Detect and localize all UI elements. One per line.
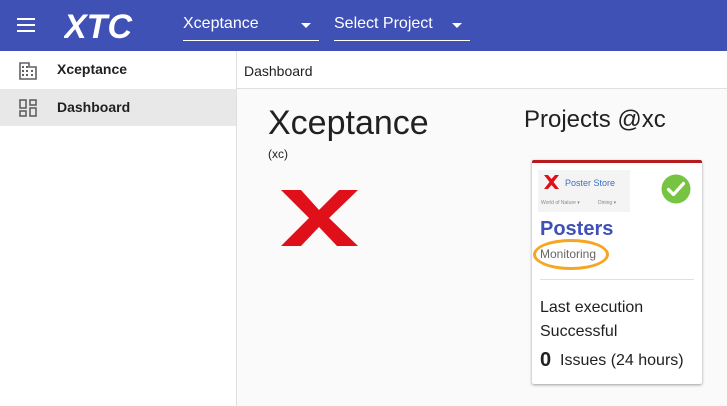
dropdown-arrow-icon <box>452 23 462 28</box>
project-card[interactable]: Poster Store World of Nature ▾ Dining ▾ … <box>532 160 702 384</box>
issues-count: 0 <box>540 349 552 371</box>
sidebar-item-label: Dashboard <box>57 99 131 115</box>
building-icon <box>19 62 37 80</box>
thumbnail-brand-text: Poster Store <box>565 178 616 188</box>
organization-select-value: Xceptance <box>183 15 259 32</box>
projects-heading: Projects @xc <box>524 106 666 133</box>
sidebar-item-organization[interactable]: Xceptance <box>0 51 236 88</box>
dropdown-arrow-icon <box>301 23 311 28</box>
issues-label: Issues (24 hours) <box>560 352 684 369</box>
check-circle-icon <box>661 174 691 204</box>
thumbnail-nav-text: Dining ▾ <box>598 200 617 206</box>
last-execution-label: Last execution <box>540 299 644 316</box>
organization-short-name: (xc) <box>268 147 288 161</box>
last-execution-result: Successful <box>540 323 618 340</box>
top-app-bar: XTC Xceptance Select Project <box>0 0 727 51</box>
card-divider <box>540 279 694 280</box>
dashboard-icon <box>19 99 37 117</box>
project-type-label: Monitoring <box>540 247 597 261</box>
poster-store-logo-icon <box>544 175 559 189</box>
project-select[interactable]: Select Project <box>334 10 470 41</box>
project-name-link[interactable]: Posters <box>540 218 613 241</box>
xtc-logo[interactable]: XTC <box>64 8 154 42</box>
thumbnail-nav-text: World of Nature ▾ <box>541 200 580 206</box>
svg-text:XTC: XTC <box>64 8 132 42</box>
organization-logo <box>281 190 358 246</box>
sidebar-item-label: Xceptance <box>57 61 128 77</box>
organization-title: Xceptance <box>268 104 429 142</box>
organization-select[interactable]: Xceptance <box>183 10 319 41</box>
sidebar: Xceptance Dashboard <box>0 51 237 406</box>
project-select-value: Select Project <box>334 15 433 32</box>
breadcrumb-current: Dashboard <box>244 63 313 79</box>
sidebar-item-dashboard[interactable]: Dashboard <box>0 89 236 126</box>
hamburger-menu-icon[interactable] <box>17 15 39 35</box>
breadcrumb: Dashboard <box>237 51 727 89</box>
project-thumbnail[interactable]: Poster Store World of Nature ▾ Dining ▾ <box>538 170 630 212</box>
project-type-badge: Monitoring <box>533 239 609 270</box>
